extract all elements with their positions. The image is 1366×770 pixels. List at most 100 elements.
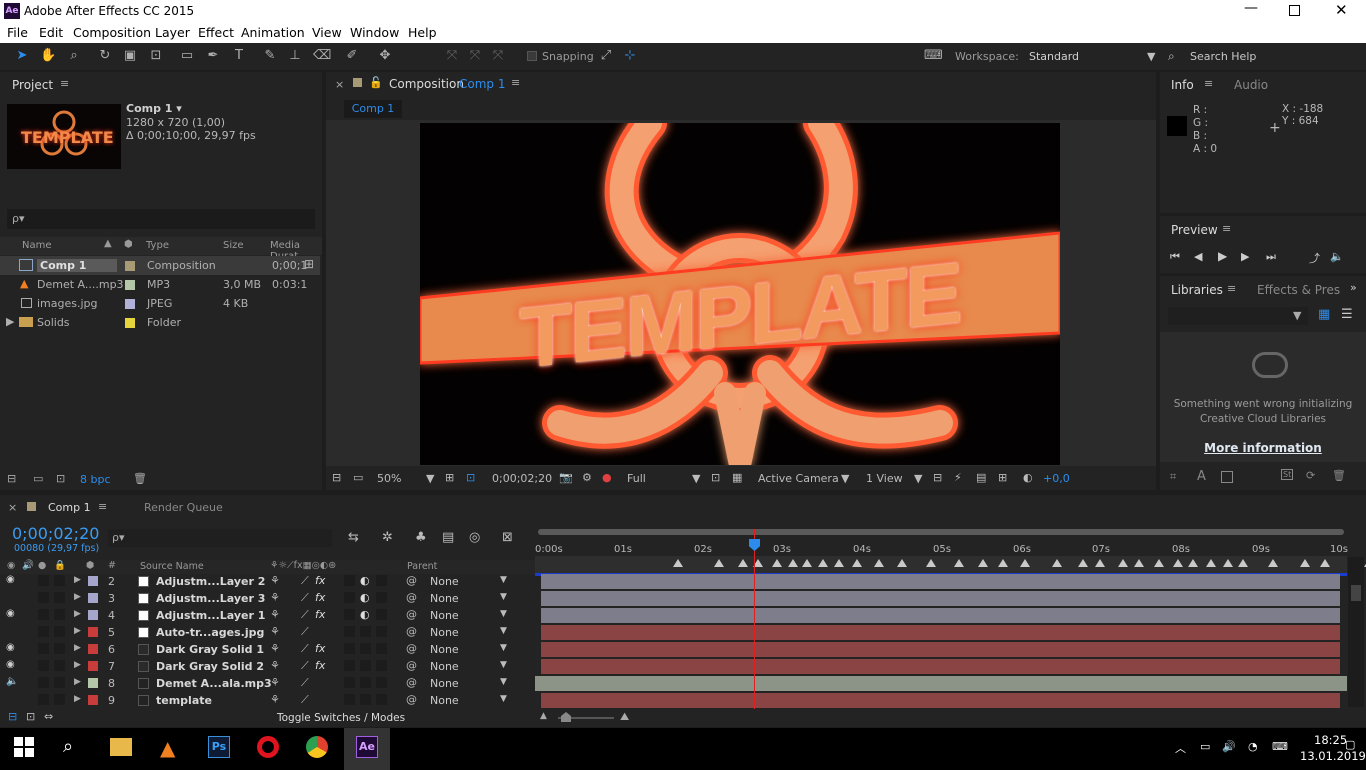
loop-icon[interactable]: ⤴ [1309,250,1320,266]
table-row[interactable]: 🔈 ▶ 8 Demet A...ala.mp3 ⚘ ⟋ @ None ▼ [0,675,1366,692]
3d-switch[interactable] [376,626,387,637]
comp-name-label[interactable]: Comp 1 ▾ [126,102,182,115]
camera-dropdown[interactable]: Active Camera [758,472,839,485]
motion-blur-switch[interactable] [344,609,355,620]
comp-viewer-canvas[interactable]: TEMPLATE [420,123,1060,465]
solo-switch[interactable] [38,643,49,654]
snap-edges-icon[interactable]: ⤢ [598,48,614,64]
lock-switch[interactable] [54,609,65,620]
always-preview-icon[interactable]: ⊟ [332,471,341,484]
zoom-slider-handle[interactable] [561,712,571,722]
solo-switch[interactable] [38,660,49,671]
sync-icon[interactable]: ⟳ [1306,469,1315,482]
motion-blur-switch[interactable] [344,694,355,705]
pickwhip-icon[interactable]: @ [406,608,417,621]
graph-editor-icon[interactable]: ⊠ [502,530,513,545]
layer-duration-bar[interactable] [541,693,1340,708]
expand-arrow-icon[interactable]: ▶ [74,575,81,585]
chevron-up-icon[interactable]: ︿ [1175,740,1186,756]
label-swatch[interactable] [88,644,98,654]
timeline-scrollbar[interactable] [1348,557,1364,707]
layer-duration-bar[interactable] [541,608,1340,623]
layer-duration-bar[interactable] [541,591,1340,606]
reset-exposure-icon[interactable]: ◐ [1023,471,1033,484]
table-row[interactable]: ◉ ▶ 2 Adjustm...Layer 2 ⚘ ⟋ fx ◐ @ None ▼ [0,573,1366,590]
comp-panel-title[interactable]: Composition [389,77,464,91]
lock-switch[interactable] [54,626,65,637]
rotate-tool-icon[interactable]: ↻ [97,48,113,64]
label-swatch[interactable] [125,318,135,328]
layer-name[interactable]: template [156,694,212,707]
layer-duration-bar[interactable] [541,625,1340,640]
layer-name[interactable]: Adjustm...Layer 2 [156,575,265,588]
label-swatch[interactable] [88,661,98,671]
pickwhip-icon[interactable]: @ [406,625,417,638]
quality-icon[interactable]: ⟋ [301,642,309,656]
label-swatch[interactable] [88,627,98,637]
solo-switch[interactable] [38,626,49,637]
motion-blur-switch[interactable] [344,592,355,603]
zoom-dropdown[interactable]: 50% [377,472,401,485]
keyframe-marker[interactable] [788,559,798,567]
opera-icon[interactable] [257,736,279,758]
mute-audio-icon[interactable]: 🔈 [1330,250,1344,263]
keyframe-marker[interactable] [802,559,812,567]
last-frame-icon[interactable]: ⏭ [1266,250,1276,264]
rectangle-tool-icon[interactable]: ▭ [179,48,195,64]
table-row[interactable]: ▶ 3 Adjustm...Layer 3 ⚘ ⟋ fx ◐ @ None ▼ [0,590,1366,607]
quality-icon[interactable]: ⟋ [301,574,309,588]
list-item[interactable]: ▲ Demet A....mp3 MP3 3,0 MB 0:03:1 [0,275,320,294]
add-graphic-icon[interactable]: ⌗ [1170,470,1176,484]
table-row[interactable]: ◉ ▶ 6 Dark Gray Solid 1 ⚘ ⟋ fx @ None ▼ [0,641,1366,658]
parent-dropdown[interactable]: None [430,592,459,605]
label-swatch[interactable] [88,576,98,586]
search-help-input[interactable]: Search Help [1190,50,1256,63]
keyframe-marker[interactable] [998,559,1008,567]
fx-icon[interactable]: fx [315,642,325,655]
solo-switch[interactable] [38,609,49,620]
keyframe-marker[interactable] [1052,559,1062,567]
pickwhip-icon[interactable]: @ [406,591,417,604]
expand-arrow-icon[interactable]: ▶ [74,643,81,653]
pickwhip-icon[interactable]: @ [406,574,417,587]
3d-switch[interactable] [376,643,387,654]
channel-icon[interactable]: ● [602,471,612,484]
parent-dropdown[interactable]: None [430,643,459,656]
comp-mini-flowchart-icon[interactable]: ⇆ [348,530,359,545]
chevron-down-icon[interactable]: ▼ [692,472,700,485]
add-text-icon[interactable]: A [1197,469,1206,484]
label-swatch[interactable] [125,261,135,271]
flowchart-icon[interactable]: ⊞ [998,471,1007,484]
label-swatch[interactable] [125,280,135,290]
parent-dropdown[interactable]: None [430,575,459,588]
menu-help[interactable]: Help [408,25,437,40]
brush-tool-icon[interactable]: ✎ [262,48,278,64]
table-row[interactable]: ◉ ▶ 7 Dark Gray Solid 2 ⚘ ⟋ fx @ None ▼ [0,658,1366,675]
chevron-down-icon[interactable]: ▼ [500,626,507,636]
label-swatch[interactable] [88,678,98,688]
col-type[interactable]: Type [146,240,169,251]
menu-layer[interactable]: Layer [155,25,190,40]
quality-icon[interactable]: ⟋ [301,693,309,707]
axis-world-icon[interactable]: ⤧ [467,48,483,64]
panel-menu-icon[interactable]: ≡ [1227,282,1236,295]
pickwhip-icon[interactable]: @ [406,676,417,689]
chevron-down-icon[interactable]: ▼ [500,660,507,670]
fx-icon[interactable]: fx [315,591,325,604]
lock-switch[interactable] [54,592,65,603]
adjustment-layer-icon[interactable]: ◐ [360,574,370,587]
puppet-tool-icon[interactable]: ✥ [377,48,393,64]
solo-icon[interactable]: ● [38,560,46,571]
list-item[interactable]: ▶ Solids Folder [0,313,320,332]
list-view-icon[interactable]: ☰ [1341,307,1353,322]
chevron-down-icon[interactable]: ▼ [500,575,507,585]
keyframe-marker[interactable] [926,559,936,567]
motion-blur-switch[interactable] [344,626,355,637]
col-size[interactable]: Size [223,240,244,251]
expand-modes-icon[interactable]: ⊡ [26,710,35,723]
keyframe-marker[interactable] [1134,559,1144,567]
close-icon[interactable]: × [8,501,17,514]
battery-icon[interactable]: ▭ [1200,740,1210,753]
keyframe-marker[interactable] [954,559,964,567]
adjustment-layer-icon[interactable]: ◐ [360,591,370,604]
